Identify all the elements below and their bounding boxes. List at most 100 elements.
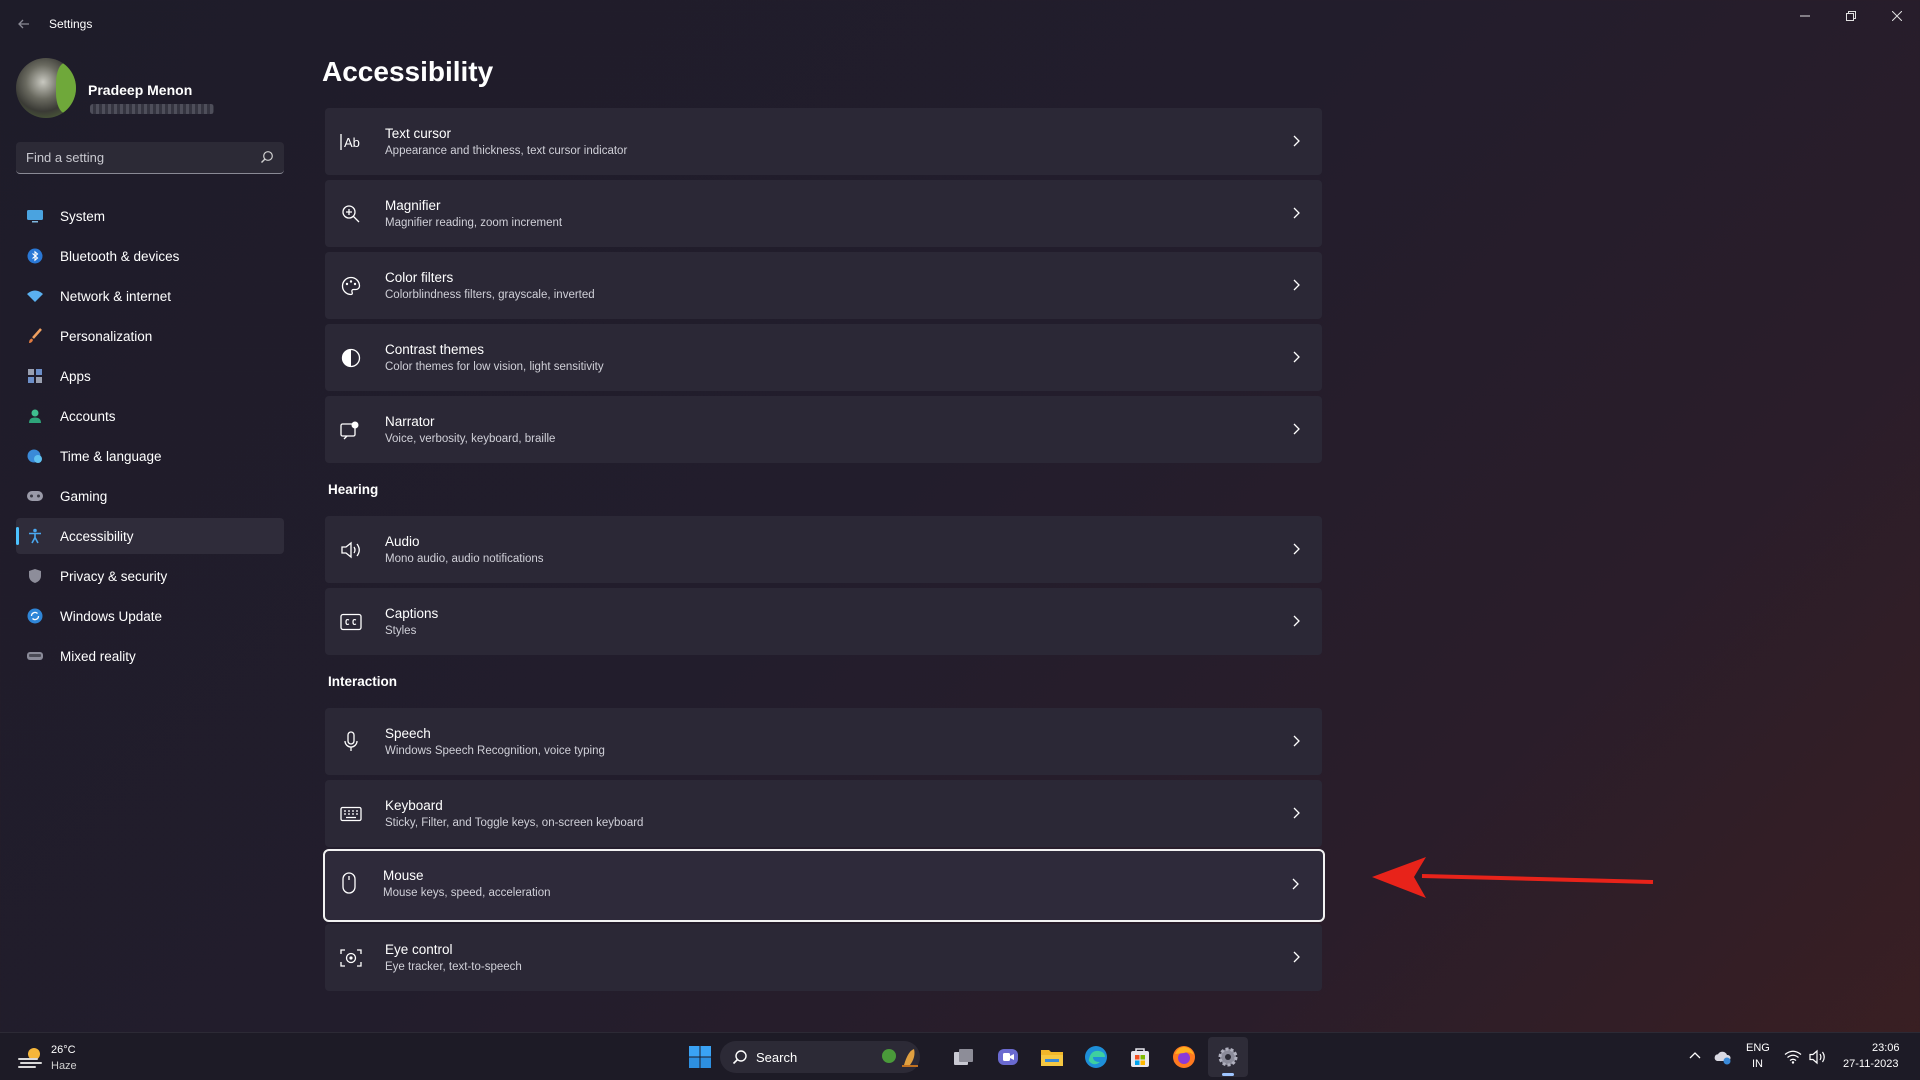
- sidebar-item-label: Personalization: [60, 328, 153, 344]
- sidebar-item-bluetooth-devices[interactable]: Bluetooth & devices: [16, 238, 284, 274]
- chevron-right-icon: [1293, 135, 1300, 147]
- wifi-icon[interactable]: [1783, 1047, 1803, 1067]
- sidebar-item-system[interactable]: System: [16, 198, 284, 234]
- sidebar-item-label: Network & internet: [60, 288, 172, 304]
- card-description: Mouse keys, speed, acceleration: [383, 887, 551, 899]
- narrator-icon: [339, 418, 363, 442]
- magnifier-card[interactable]: Magnifier Magnifier reading, zoom increm…: [325, 180, 1322, 247]
- sidebar-nav: System Bluetooth & devices Network & int…: [16, 198, 284, 678]
- app-title: Settings: [49, 17, 93, 31]
- volume-icon[interactable]: [1808, 1047, 1828, 1067]
- brush-icon: [26, 327, 44, 345]
- microphone-icon: [339, 730, 363, 754]
- title-bar: Settings: [0, 0, 1920, 48]
- card-title: Text cursor: [385, 126, 452, 141]
- update-icon: [26, 607, 44, 625]
- taskbar: 26°C Haze Search ENG IN 23:06 27-11-2023: [0, 1032, 1920, 1080]
- sidebar: Pradeep Menon System Bluetooth & devices…: [0, 48, 300, 1032]
- card-title: Eye control: [385, 942, 453, 957]
- card-title: Color filters: [385, 270, 454, 285]
- card-title: Mouse: [383, 868, 424, 883]
- sidebar-item-time-language[interactable]: Time & language: [16, 438, 284, 474]
- minimize-button[interactable]: [1782, 0, 1828, 32]
- section-heading-interaction: Interaction: [328, 674, 398, 689]
- eye-icon: [339, 946, 363, 970]
- system-tray: ENG IN 23:06 27-11-2023: [0, 1033, 1920, 1080]
- chevron-right-icon: [1293, 807, 1300, 819]
- search-icon[interactable]: [260, 150, 274, 164]
- card-description: Styles: [385, 625, 417, 637]
- shield-icon: [26, 567, 44, 585]
- close-button[interactable]: [1874, 0, 1920, 32]
- sidebar-item-windows-update[interactable]: Windows Update: [16, 598, 284, 634]
- card-description: Colorblindness filters, grayscale, inver…: [385, 289, 595, 301]
- sidebar-item-label: Apps: [60, 368, 91, 384]
- chevron-right-icon: [1292, 878, 1299, 890]
- globe-clock-icon: [26, 447, 44, 465]
- clock-date[interactable]: 27-11-2023: [1843, 1058, 1898, 1070]
- card-title: Contrast themes: [385, 342, 485, 357]
- page-title: Accessibility: [322, 56, 494, 87]
- narrator-card[interactable]: Narrator Voice, verbosity, keyboard, bra…: [325, 396, 1322, 463]
- chevron-right-icon: [1293, 951, 1300, 963]
- back-button[interactable]: [12, 12, 36, 36]
- accessibility-icon: [26, 527, 44, 545]
- captions-card[interactable]: Captions Styles: [325, 588, 1322, 655]
- restore-icon: [1846, 11, 1856, 21]
- mouse-icon: [337, 871, 361, 895]
- card-title: Audio: [385, 534, 420, 549]
- svg-text:Ab: Ab: [344, 135, 360, 150]
- chevron-up-icon[interactable]: [1688, 1049, 1702, 1063]
- eye-control-card[interactable]: Eye control Eye tracker, text-to-speech: [325, 924, 1322, 991]
- sidebar-item-apps[interactable]: Apps: [16, 358, 284, 394]
- card-description: Color themes for low vision, light sensi…: [385, 361, 604, 373]
- sidebar-item-accessibility[interactable]: Accessibility: [16, 518, 284, 554]
- language-region[interactable]: IN: [1752, 1058, 1763, 1070]
- person-icon: [26, 407, 44, 425]
- chevron-right-icon: [1293, 423, 1300, 435]
- text-cursor-icon: Ab: [339, 130, 363, 154]
- sidebar-item-gaming[interactable]: Gaming: [16, 478, 284, 514]
- wifi-icon: [26, 287, 44, 305]
- card-title: Keyboard: [385, 798, 443, 813]
- annotation-arrow: [1372, 857, 1654, 898]
- keyboard-card[interactable]: Keyboard Sticky, Filter, and Toggle keys…: [325, 780, 1322, 847]
- chevron-right-icon: [1293, 735, 1300, 747]
- speech-card[interactable]: Speech Windows Speech Recognition, voice…: [325, 708, 1322, 775]
- mouse-card[interactable]: Mouse Mouse keys, speed, acceleration: [323, 849, 1325, 922]
- language-code[interactable]: ENG: [1746, 1042, 1770, 1054]
- card-title: Magnifier: [385, 198, 441, 213]
- sidebar-item-accounts[interactable]: Accounts: [16, 398, 284, 434]
- search-input[interactable]: [26, 142, 246, 173]
- sidebar-item-label: Accessibility: [60, 528, 134, 544]
- chevron-right-icon: [1293, 279, 1300, 291]
- onedrive-status-icon[interactable]: [1713, 1047, 1733, 1067]
- sidebar-item-label: Mixed reality: [60, 648, 136, 664]
- sidebar-item-label: Windows Update: [60, 608, 163, 624]
- bluetooth-icon: [26, 247, 44, 265]
- card-description: Eye tracker, text-to-speech: [385, 961, 522, 973]
- sidebar-item-privacy-security[interactable]: Privacy & security: [16, 558, 284, 594]
- sidebar-item-label: Bluetooth & devices: [60, 248, 180, 264]
- color-filters-card[interactable]: Color filters Colorblindness filters, gr…: [325, 252, 1322, 319]
- chevron-right-icon: [1293, 351, 1300, 363]
- card-description: Windows Speech Recognition, voice typing: [385, 745, 605, 757]
- sidebar-item-mixed-reality[interactable]: Mixed reality: [16, 638, 284, 674]
- clock-time[interactable]: 23:06: [1872, 1042, 1900, 1054]
- text-cursor-card[interactable]: Ab Text cursor Appearance and thickness,…: [325, 108, 1322, 175]
- settings-window: Settings Pradeep Menon Sys: [0, 0, 1920, 1032]
- restore-button[interactable]: [1828, 0, 1874, 32]
- minimize-icon: [1800, 15, 1810, 17]
- user-name: Pradeep Menon: [88, 82, 193, 98]
- vr-headset-icon: [26, 647, 44, 665]
- card-title: Speech: [385, 726, 431, 741]
- sidebar-item-personalization[interactable]: Personalization: [16, 318, 284, 354]
- sidebar-item-network-internet[interactable]: Network & internet: [16, 278, 284, 314]
- keyboard-icon: [339, 802, 363, 826]
- card-description: Voice, verbosity, keyboard, braille: [385, 433, 556, 445]
- palette-icon: [339, 274, 363, 298]
- user-profile[interactable]: Pradeep Menon: [16, 58, 286, 128]
- contrast-themes-card[interactable]: Contrast themes Color themes for low vis…: [325, 324, 1322, 391]
- monitor-icon: [26, 207, 44, 225]
- audio-card[interactable]: Audio Mono audio, audio notifications: [325, 516, 1322, 583]
